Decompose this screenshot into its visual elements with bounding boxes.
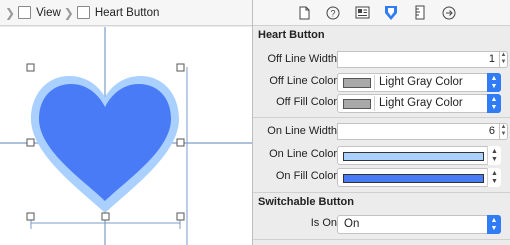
popup-chevron-icon: ▲ ▼	[487, 215, 501, 234]
is-on-label: Is On	[310, 217, 337, 229]
connections-icon[interactable]	[441, 5, 457, 21]
is-on-row: Is On On ▲ ▼	[253, 215, 510, 234]
off-line-color-popup[interactable]: Light Gray Color ▲ ▼	[337, 73, 501, 92]
off-line-color-row: Off Line Color Light Gray Color ▲ ▼	[253, 73, 510, 92]
on-line-color-label: On Line Color	[269, 148, 337, 160]
on-line-color-popup[interactable]: ▲ ▼	[337, 146, 501, 165]
view-icon	[18, 6, 32, 19]
breadcrumb-item-view[interactable]: View	[18, 6, 61, 19]
on-line-width-field[interactable]: 6	[337, 123, 499, 140]
section-title-heart-button: Heart Button	[258, 29, 325, 41]
chevron-right-icon: ❯	[63, 5, 74, 20]
off-line-width-field[interactable]: 1	[337, 51, 499, 68]
design-canvas[interactable]	[0, 27, 252, 245]
breadcrumb-label: View	[36, 6, 61, 19]
file-icon[interactable]	[296, 5, 312, 21]
off-fill-color-row: Off Fill Color Light Gray Color ▲ ▼	[253, 94, 510, 113]
on-line-width-row: On Line Width 6 ▲ ▼	[253, 123, 510, 141]
view-icon	[76, 6, 90, 19]
on-fill-color-popup[interactable]: ▲ ▼	[337, 168, 501, 187]
chevron-right-icon: ❯	[5, 5, 16, 20]
section-title-switchable-button: Switchable Button	[258, 196, 354, 208]
identity-icon[interactable]	[354, 5, 370, 21]
svg-text:?: ?	[330, 8, 335, 18]
on-line-color-row: On Line Color ▲ ▼	[253, 146, 510, 165]
color-swatch	[343, 152, 484, 161]
color-swatch	[343, 78, 371, 88]
inspector-tab-bar: ?	[253, 0, 510, 26]
color-swatch	[343, 99, 371, 109]
popup-chevron-icon: ▲ ▼	[487, 73, 501, 92]
off-line-width-stepper[interactable]: ▲ ▼	[499, 51, 508, 68]
on-fill-color-row: On Fill Color ▲ ▼	[253, 168, 510, 187]
popup-chevron-icon: ▲ ▼	[487, 146, 501, 165]
popup-chevron-icon: ▲ ▼	[487, 94, 501, 113]
canvas-drawing	[0, 27, 252, 245]
breadcrumb-label: Heart Button	[94, 6, 160, 19]
on-fill-color-label: On Fill Color	[275, 170, 337, 182]
size-icon[interactable]	[412, 5, 428, 21]
attributes-icon[interactable]	[383, 5, 399, 21]
off-line-width-label: Off Line Width	[267, 53, 338, 65]
help-icon[interactable]: ?	[325, 5, 341, 21]
on-line-width-stepper[interactable]: ▲ ▼	[499, 123, 508, 140]
breadcrumb: ❯ View ❯ Heart Button	[0, 0, 252, 26]
off-line-color-label: Off Line Color	[269, 75, 337, 87]
on-line-width-label: On Line Width	[267, 125, 337, 137]
breadcrumb-item-heart-button[interactable]: Heart Button	[76, 6, 160, 19]
off-line-width-row: Off Line Width 1 ▲ ▼	[253, 51, 510, 69]
color-swatch	[343, 174, 484, 183]
off-fill-color-popup[interactable]: Light Gray Color ▲ ▼	[337, 94, 501, 113]
off-fill-color-label: Off Fill Color	[276, 96, 337, 108]
popup-chevron-icon: ▲ ▼	[487, 168, 501, 187]
attributes-inspector: ? Heart Button Off Line Width 1 ▲ ▼ Off L…	[253, 0, 510, 245]
is-on-popup[interactable]: On ▲ ▼	[337, 215, 501, 234]
